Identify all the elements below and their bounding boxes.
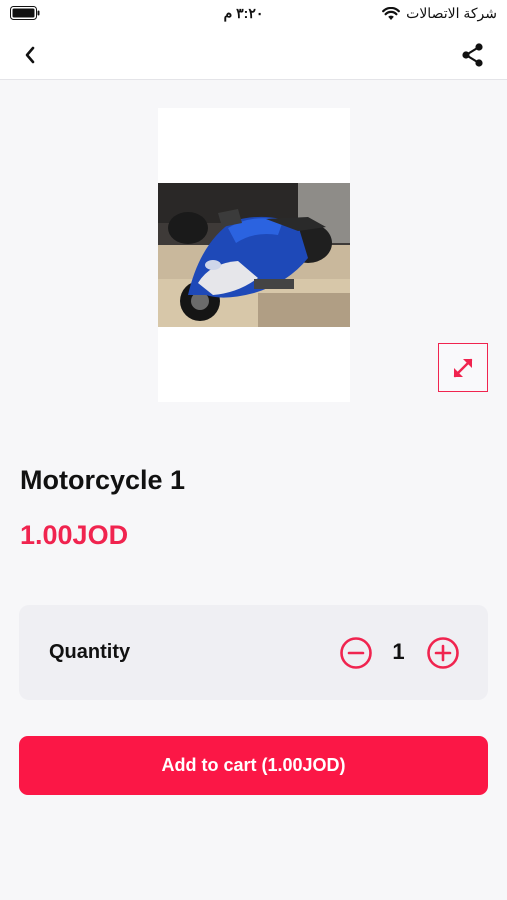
expand-image-button[interactable] (438, 343, 488, 392)
chevron-left-icon (25, 46, 35, 64)
share-button[interactable] (457, 39, 489, 71)
quantity-card: Quantity 1 (19, 605, 488, 700)
share-icon (462, 43, 483, 67)
quantity-label: Quantity (49, 641, 131, 663)
add-to-cart-button[interactable]: Add to cart (1.00JOD) (19, 736, 488, 795)
minus-circle-icon[interactable] (339, 636, 373, 670)
back-button[interactable] (14, 40, 46, 70)
product-image-card[interactable] (158, 108, 350, 402)
product-price: 1.00JOD (20, 520, 129, 550)
status-bar: ٣:٢٠ م شركة الاتصالات (0, 0, 507, 30)
expand-icon (453, 358, 473, 377)
status-carrier-group: شركة الاتصالات (382, 5, 497, 22)
carrier-name: شركة الاتصالات (406, 5, 497, 21)
wifi-icon (382, 6, 401, 20)
product-title: Motorcycle 1 (20, 465, 186, 495)
motorcycle-photo (158, 183, 350, 327)
quantity-value: 1 (392, 639, 405, 664)
plus-circle-icon[interactable] (426, 636, 460, 670)
navigation-bar (0, 30, 507, 80)
